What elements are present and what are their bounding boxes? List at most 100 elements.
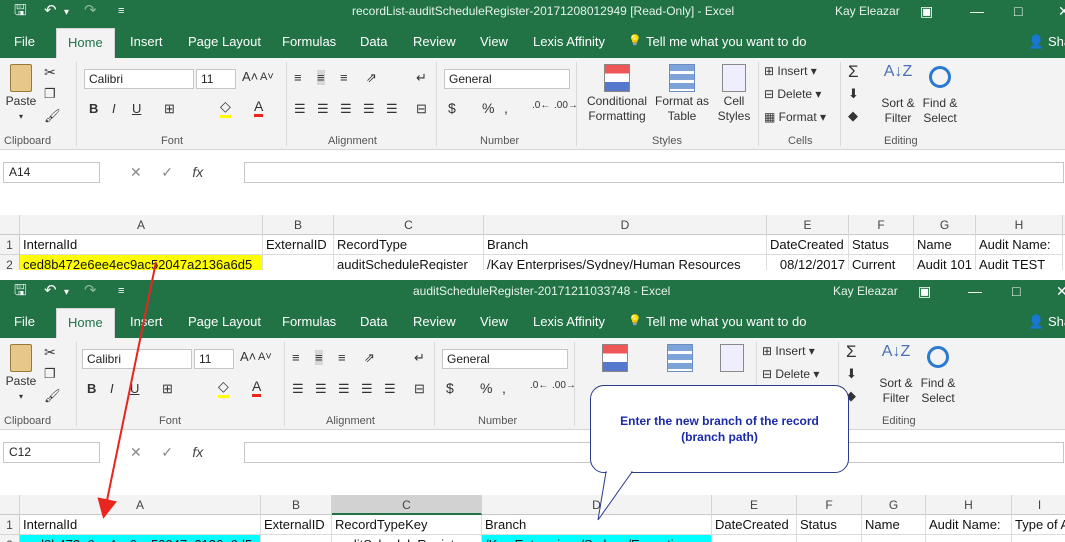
font-size-box[interactable]: 11 <box>196 69 236 89</box>
increase-indent-icon[interactable]: ☰ <box>386 101 398 117</box>
shrink-font-icon[interactable]: A˅ <box>260 71 274 83</box>
customize-toolbar-icon[interactable]: ≡ <box>118 281 124 301</box>
column-header-f[interactable]: F <box>797 495 862 515</box>
data-cell[interactable] <box>926 535 1012 542</box>
header-cell[interactable]: Audit Name: <box>926 515 1012 535</box>
row-header[interactable]: 2 <box>0 255 20 270</box>
undo-icon[interactable]: ↶ <box>44 281 57 301</box>
increase-indent-icon[interactable]: ☰ <box>384 381 396 397</box>
header-cell[interactable]: Status <box>797 515 862 535</box>
orientation-icon[interactable]: ⇗ <box>366 70 377 86</box>
tab-home[interactable]: Home <box>56 308 115 338</box>
fill-color-icon[interactable]: ◇ <box>218 378 229 398</box>
data-cell[interactable] <box>261 535 332 542</box>
data-cell[interactable] <box>263 255 334 270</box>
select-all-corner[interactable] <box>0 495 20 515</box>
header-cell[interactable]: Name <box>914 235 976 255</box>
data-cell[interactable]: Current <box>849 255 914 270</box>
tab-view[interactable]: View <box>480 34 508 49</box>
align-bottom-icon[interactable]: ≡ <box>340 70 348 85</box>
maximize-icon[interactable]: □ <box>1014 1 1022 21</box>
header-cell[interactable]: RecordType <box>334 235 484 255</box>
tab-file[interactable]: File <box>14 34 35 49</box>
column-header-a[interactable]: A <box>20 215 263 235</box>
copy-icon[interactable]: ❐ <box>44 86 56 102</box>
header-cell[interactable]: InternalId <box>20 515 261 535</box>
tab-review[interactable]: Review <box>413 314 456 329</box>
column-header-g[interactable]: G <box>914 215 976 235</box>
comma-style-icon[interactable]: , <box>502 380 506 396</box>
delete-cells-button[interactable]: ⊟ Delete ▾ <box>764 87 821 101</box>
column-header-c[interactable]: C <box>334 215 484 235</box>
tab-insert[interactable]: Insert <box>130 314 163 329</box>
wrap-text-icon[interactable]: ↵ <box>416 70 427 86</box>
maximize-icon[interactable]: □ <box>1012 281 1020 301</box>
italic-icon[interactable]: I <box>110 381 114 396</box>
align-right-icon[interactable]: ☰ <box>340 101 352 117</box>
column-header-b[interactable]: B <box>263 215 334 235</box>
autosum-icon[interactable]: Σ <box>848 62 859 82</box>
header-cell[interactable]: Status <box>849 235 914 255</box>
tell-me-search[interactable]: Tell me what you want to do <box>646 314 806 329</box>
cell-styles-button[interactable]: Cell Styles <box>714 64 754 124</box>
align-middle-icon[interactable]: ≡ <box>317 70 325 85</box>
paste-button[interactable]: Paste ▾ <box>4 64 38 124</box>
header-cell[interactable]: DateCreated <box>767 235 849 255</box>
cut-icon[interactable]: ✂ <box>44 64 56 81</box>
tell-me-search[interactable]: Tell me what you want to do <box>646 34 806 49</box>
data-cell[interactable]: /Kay Enterprises/Sydney/Executive <box>482 535 712 542</box>
column-header-d[interactable]: D <box>484 215 767 235</box>
merge-center-icon[interactable]: ⊟ <box>416 101 427 117</box>
conditional-formatting-button[interactable] <box>582 344 648 374</box>
column-header-h[interactable]: H <box>976 215 1063 235</box>
column-header-b[interactable]: B <box>261 495 332 515</box>
ribbon-options-icon[interactable]: ▣ <box>920 1 933 21</box>
delete-cells-button[interactable]: ⊟ Delete ▾ <box>762 367 819 381</box>
name-box[interactable]: C12 <box>3 442 100 463</box>
column-header-a[interactable]: A <box>20 495 261 515</box>
data-cell[interactable] <box>797 535 862 542</box>
align-top-icon[interactable]: ≡ <box>294 70 302 85</box>
align-bottom-icon[interactable]: ≡ <box>338 350 346 365</box>
grow-font-icon[interactable]: A˄ <box>242 69 258 84</box>
data-cell[interactable]: auditScheduleRegister <box>332 535 482 542</box>
tab-data[interactable]: Data <box>360 314 387 329</box>
save-icon[interactable]: 🖫 <box>14 281 27 301</box>
close-icon[interactable]: ✕ <box>1056 281 1065 301</box>
align-right-icon[interactable]: ☰ <box>338 381 350 397</box>
column-header-e[interactable]: E <box>712 495 797 515</box>
header-cell[interactable]: Audit Name: <box>976 235 1063 255</box>
wrap-text-icon[interactable]: ↵ <box>414 350 425 366</box>
undo-dropdown-icon[interactable]: ▾ <box>64 283 69 303</box>
share-icon[interactable]: 👤 <box>1028 314 1044 330</box>
data-cell[interactable]: ced8b472e6ee4ec9ac52047a2136a6d5 <box>20 535 261 542</box>
minimize-icon[interactable]: — <box>970 1 984 21</box>
column-header-h[interactable]: H <box>926 495 1012 515</box>
header-cell[interactable]: InternalId <box>20 235 263 255</box>
conditional-formatting-button[interactable]: Conditional Formatting <box>584 64 650 124</box>
tab-insert[interactable]: Insert <box>130 34 163 49</box>
tab-review[interactable]: Review <box>413 34 456 49</box>
percent-icon[interactable]: % <box>482 100 494 116</box>
currency-icon[interactable]: $ <box>448 100 456 116</box>
data-cell[interactable]: ced8b472e6ee4ec9ac52047a2136a6d5 <box>20 255 263 270</box>
data-cell[interactable] <box>862 535 926 542</box>
data-cell[interactable]: Audit TEST <box>976 255 1063 270</box>
column-header-i[interactable]: I <box>1012 495 1065 515</box>
fill-color-icon[interactable]: ◇ <box>220 98 231 118</box>
header-cell[interactable]: RecordTypeKey <box>332 515 482 535</box>
redo-icon[interactable]: ↷ <box>84 1 97 21</box>
insert-cells-button[interactable]: ⊞ Insert ▾ <box>762 344 815 358</box>
font-size-box[interactable]: 11 <box>194 349 234 369</box>
grow-font-icon[interactable]: A˄ <box>240 349 256 364</box>
format-as-table-button[interactable]: Format as Table <box>654 64 710 124</box>
header-cell[interactable]: Type of A <box>1012 515 1065 535</box>
fill-icon[interactable]: ⬇ <box>848 86 859 102</box>
enter-icon[interactable]: ✓ <box>161 444 173 460</box>
data-cell[interactable]: /Kay Enterprises/Sydney/Human Resources <box>484 255 767 270</box>
format-painter-icon[interactable]: 🖌 <box>44 388 61 404</box>
underline-icon[interactable]: U <box>130 381 139 396</box>
insert-cells-button[interactable]: ⊞ Insert ▾ <box>764 64 817 78</box>
find-select-button[interactable]: Find & Select <box>920 64 960 126</box>
share-button[interactable]: Sha <box>1048 314 1065 329</box>
